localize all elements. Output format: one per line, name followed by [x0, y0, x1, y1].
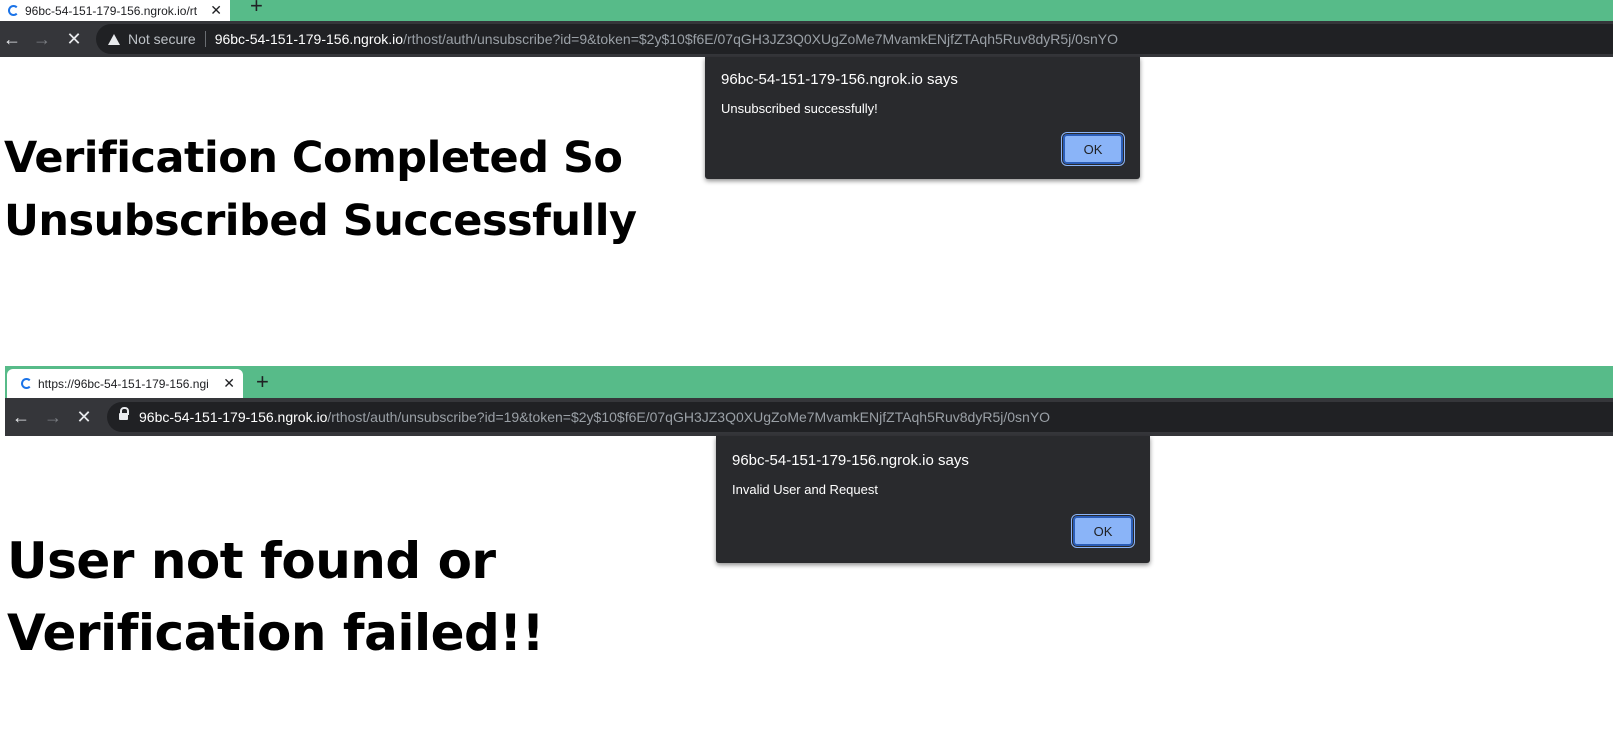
not-secure-label: Not secure [128, 31, 196, 47]
dialog-title: 96bc-54-151-179-156.ngrok.io says [732, 452, 969, 469]
address-bar[interactable]: Not secure 96bc-54-151-179-156.ngrok.io … [96, 24, 1613, 54]
divider [204, 31, 206, 47]
new-tab-button[interactable]: + [256, 371, 269, 393]
page-heading-line2: Unsubscribed Successfully [4, 196, 637, 246]
url-host: 96bc-54-151-179-156.ngrok.io [139, 409, 328, 425]
tab-title: 96bc-54-151-179-156.ngrok.io/rt [25, 3, 198, 18]
loading-spinner-icon [8, 5, 19, 16]
stop-loading-button[interactable]: ✕ [72, 398, 96, 436]
url-path: /rthost/auth/unsubscribe?id=9&token=$2y$… [403, 31, 1118, 47]
alert-dialog: 96bc-54-151-179-156.ngrok.io says Invali… [716, 436, 1150, 563]
back-button[interactable]: ← [0, 21, 24, 57]
page-heading-line1: User not found or [7, 532, 496, 590]
ok-button[interactable]: OK [1061, 132, 1125, 166]
stop-loading-button[interactable]: ✕ [62, 21, 86, 57]
ok-button[interactable]: OK [1071, 514, 1135, 548]
tab-title: https://96bc-54-151-179-156.ngi [38, 376, 209, 391]
tab-strip: 96bc-54-151-179-156.ngrok.io/rt ✕ + [0, 0, 1613, 21]
dialog-message: Unsubscribed successfully! [721, 101, 878, 116]
tab-strip: https://96bc-54-151-179-156.ngi ✕ + [5, 366, 1613, 398]
page-heading-line1: Verification Completed So [4, 133, 623, 183]
alert-dialog: 96bc-54-151-179-156.ngrok.io says Unsubs… [705, 57, 1140, 179]
address-bar[interactable]: 96bc-54-151-179-156.ngrok.io /rthost/aut… [107, 402, 1613, 432]
loading-spinner-icon [21, 378, 32, 389]
bottom-browser-screenshot: https://96bc-54-151-179-156.ngi ✕ + ← → … [0, 366, 1613, 745]
page-heading-line2: Verification failed!! [7, 604, 544, 662]
forward-button[interactable]: → [41, 398, 65, 436]
url-host: 96bc-54-151-179-156.ngrok.io [214, 31, 404, 47]
browser-tab[interactable]: 96bc-54-151-179-156.ngrok.io/rt ✕ [0, 0, 230, 21]
dialog-message: Invalid User and Request [732, 482, 878, 497]
warning-icon [108, 33, 120, 45]
back-button[interactable]: ← [9, 398, 33, 436]
tab-close-icon[interactable]: ✕ [210, 2, 222, 19]
forward-button[interactable]: → [30, 21, 54, 57]
top-browser-screenshot: 96bc-54-151-179-156.ngrok.io/rt ✕ + ← → … [0, 0, 1613, 320]
browser-toolbar: ← → ✕ 96bc-54-151-179-156.ngrok.io /rtho… [5, 398, 1613, 436]
dialog-title: 96bc-54-151-179-156.ngrok.io says [721, 71, 958, 88]
tab-close-icon[interactable]: ✕ [223, 375, 235, 392]
browser-tab[interactable]: https://96bc-54-151-179-156.ngi ✕ [7, 369, 243, 398]
new-tab-button[interactable]: + [250, 0, 263, 17]
url-path: /rthost/auth/unsubscribe?id=19&token=$2y… [327, 409, 1051, 425]
browser-toolbar: ← → ✕ Not secure 96bc-54-151-179-156.ngr… [0, 21, 1613, 57]
lock-icon [119, 407, 129, 422]
